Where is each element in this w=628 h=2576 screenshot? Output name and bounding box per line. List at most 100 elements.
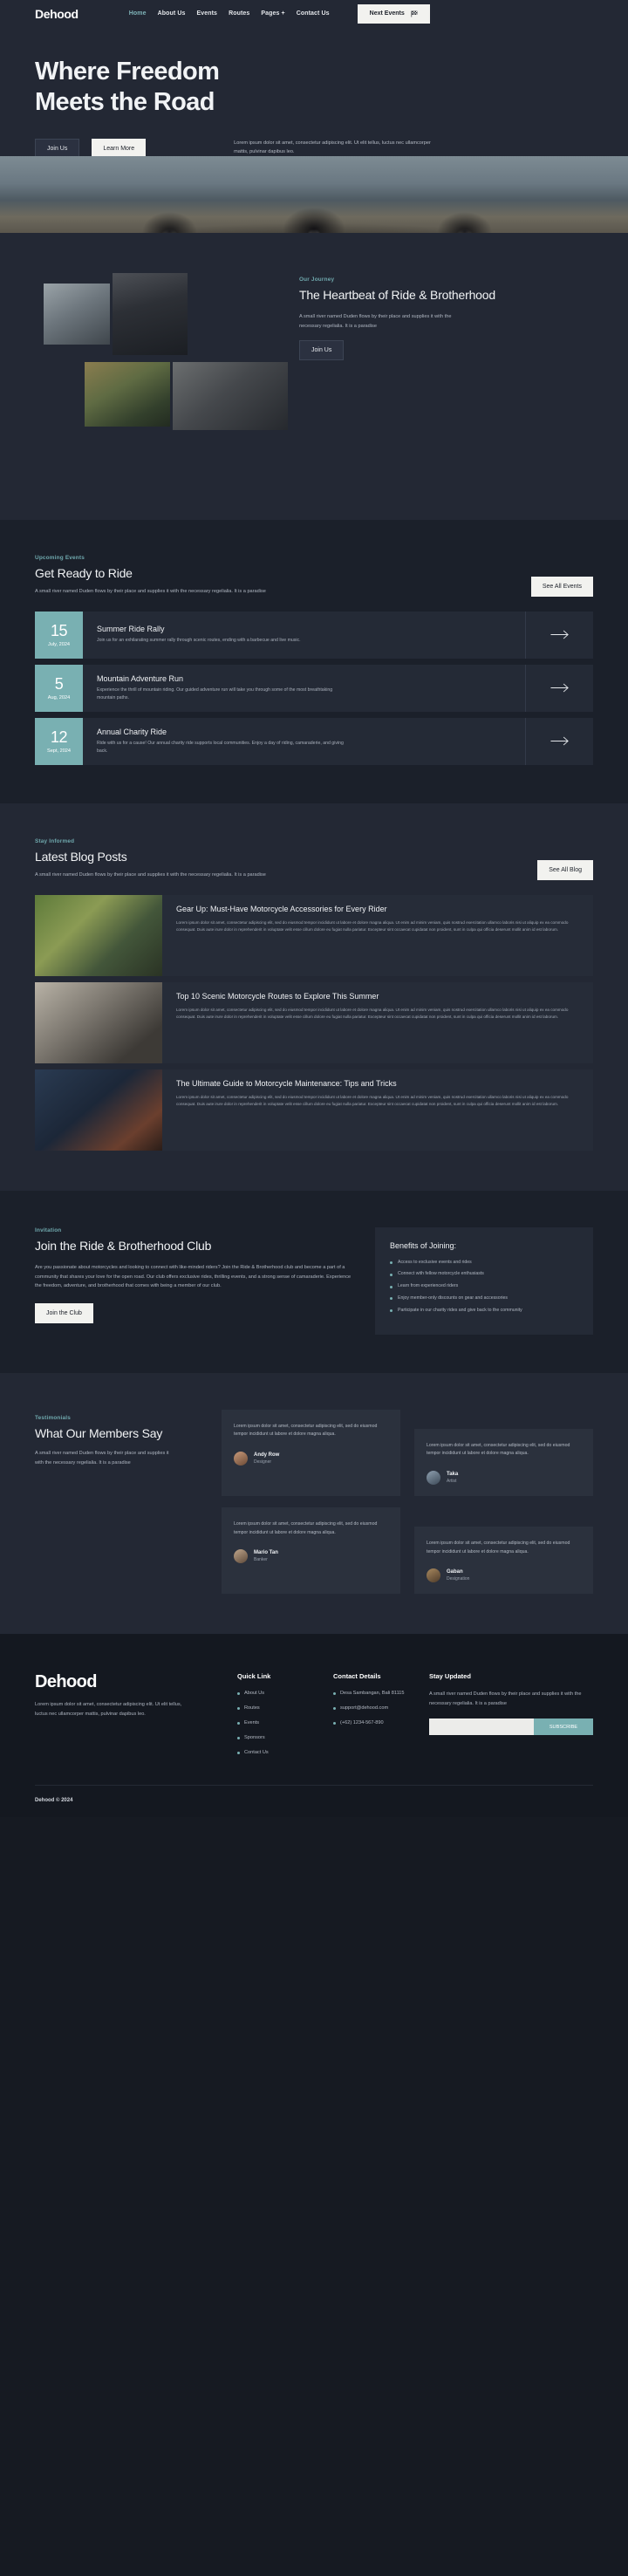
footer-about-text: Lorem ipsum dolor sit amet, consectetur … <box>35 1702 182 1718</box>
journey-join-us-button[interactable]: Join Us <box>299 340 345 361</box>
journey-photo-1 <box>44 284 110 345</box>
blog-eyebrow: Stay Informed <box>35 837 75 844</box>
blog-post-row[interactable]: Gear Up: Must-Have Motorcycle Accessorie… <box>35 894 593 976</box>
testimonial-card: Lorem ipsum dolor sit amet, consectetur … <box>222 1507 400 1595</box>
testimonial-role: Banker <box>254 1557 268 1563</box>
event-arrow-button[interactable] <box>525 717 593 765</box>
blog-header: Stay Informed Latest Blog Posts A small … <box>35 838 593 880</box>
testimonials-description: A small river named Duden flows by their… <box>35 1451 169 1466</box>
avatar <box>427 1471 440 1486</box>
nav-item-pages[interactable]: Pages + <box>261 10 284 17</box>
footer-contact-email[interactable]: support@dehood.com <box>333 1705 429 1712</box>
event-month: July, 2024 <box>47 641 71 647</box>
copyright-text: Dehood © 2024 <box>35 1798 73 1804</box>
newsletter-email-input[interactable] <box>429 1718 534 1736</box>
journey-text-block: Our Journey The Heartbeat of Ride & Brot… <box>299 277 509 361</box>
hero-title-line-2: Meets the Road <box>35 88 215 117</box>
blog-section: Stay Informed Latest Blog Posts A small … <box>0 803 628 1191</box>
testimonial-name: Taka <box>447 1472 459 1478</box>
footer-link-sponsors[interactable]: Sponsors <box>237 1734 333 1742</box>
join-the-club-button[interactable]: Join the Club <box>35 1302 93 1323</box>
hero-section: Where Freedom Meets the Road Join Us Lea… <box>0 27 628 261</box>
nav-item-home[interactable]: Home <box>129 10 147 17</box>
blog-description: A small river named Duden flows by their… <box>35 872 266 878</box>
blog-post-row[interactable]: The Ultimate Guide to Motorcycle Mainten… <box>35 1069 593 1151</box>
join-club-section: Invitation Join the Ride & Brotherhood C… <box>0 1190 628 1373</box>
next-events-button[interactable]: Next Events <box>357 3 430 24</box>
event-month: Aug, 2024 <box>47 694 71 700</box>
journey-section: Our Journey The Heartbeat of Ride & Brot… <box>0 233 628 520</box>
event-month: Sept, 2024 <box>46 748 72 754</box>
testimonial-quote: Lorem ipsum dolor sit amet, consectetur … <box>427 1541 570 1554</box>
avatar <box>234 1549 248 1564</box>
benefit-item: Connect with fellow motorcycle enthusias… <box>390 1270 578 1278</box>
site-footer: Dehood Lorem ipsum dolor sit amet, conse… <box>0 1634 628 1818</box>
testimonial-quote: Lorem ipsum dolor sit amet, consectetur … <box>427 1442 570 1457</box>
hero-title: Where Freedom Meets the Road <box>35 57 593 119</box>
journey-description: A small river named Duden flows by their… <box>299 314 452 329</box>
footer-link-contact-us[interactable]: Contact Us <box>237 1749 333 1757</box>
nav-label: Pages <box>261 10 280 17</box>
nav-label: About Us <box>157 10 186 17</box>
testimonial-name: Gaban <box>447 1569 463 1575</box>
event-day: 15 <box>50 621 68 639</box>
footer-link-about-us[interactable]: About Us <box>237 1690 333 1698</box>
events-header: Upcoming Events Get Ready to Ride A smal… <box>35 555 593 597</box>
site-logo[interactable]: Dehood <box>35 7 78 21</box>
event-row[interactable]: 15 July, 2024 Summer Ride Rally Join us … <box>35 611 593 659</box>
join-club-eyebrow: Invitation <box>35 1227 62 1233</box>
nav-item-events[interactable]: Events <box>197 10 218 17</box>
footer-contact-address: Desa Sambangan, Bali 81115 <box>333 1690 429 1698</box>
nav-item-routes[interactable]: Routes <box>229 10 249 17</box>
arrow-right-icon <box>550 683 569 693</box>
event-description: Join us for an exhilarating summer rally… <box>97 638 301 644</box>
checkered-flag-icon <box>411 10 418 17</box>
events-list: 15 July, 2024 Summer Ride Rally Join us … <box>35 611 593 765</box>
footer-link-events[interactable]: Events <box>237 1719 333 1727</box>
journey-photo-3 <box>85 362 170 427</box>
hero-description: Lorem ipsum dolor sit amet, consectetur … <box>234 140 431 155</box>
testimonials-section: Testimonials What Our Members Say A smal… <box>0 1372 628 1635</box>
nav-label: Routes <box>229 10 250 17</box>
blog-post-title: Top 10 Scenic Motorcycle Routes to Explo… <box>176 991 379 1001</box>
plus-icon: + <box>281 10 285 17</box>
event-day: 5 <box>54 674 64 693</box>
blog-thumbnail <box>35 894 162 976</box>
subscribe-button[interactable]: SUBSCRIBE <box>534 1718 593 1736</box>
footer-quick-links-list: About Us Routes Events Sponsors Contact … <box>237 1690 333 1757</box>
footer-link-routes[interactable]: Routes <box>237 1705 333 1712</box>
journey-photo-2 <box>113 273 188 355</box>
arrow-right-icon <box>550 630 569 639</box>
footer-stay-updated-title: Stay Updated <box>429 1672 471 1681</box>
footer-contact-title: Contact Details <box>333 1672 381 1681</box>
footer-logo[interactable]: Dehood <box>35 1672 237 1692</box>
nav-item-contact-us[interactable]: Contact Us <box>297 10 330 17</box>
nav-label: Contact Us <box>296 10 330 17</box>
nav-label: Events <box>196 10 218 17</box>
events-description: A small river named Duden flows by their… <box>35 589 266 595</box>
nav-item-about-us[interactable]: About Us <box>158 10 186 17</box>
event-row[interactable]: 12 Sept, 2024 Annual Charity Ride Ride w… <box>35 717 593 765</box>
event-arrow-button[interactable] <box>525 611 593 659</box>
testimonial-quote: Lorem ipsum dolor sit amet, consectetur … <box>234 1521 378 1535</box>
avatar <box>427 1568 440 1583</box>
testimonial-name: Mario Tan <box>254 1550 278 1556</box>
blog-thumbnail <box>35 1069 162 1151</box>
event-description: Ride with us for a cause! Our annual cha… <box>97 740 344 754</box>
blog-post-row[interactable]: Top 10 Scenic Motorcycle Routes to Explo… <box>35 981 593 1063</box>
event-day: 12 <box>50 728 68 746</box>
see-all-events-button[interactable]: See All Events <box>530 576 593 597</box>
blog-post-title: Gear Up: Must-Have Motorcycle Accessorie… <box>176 904 387 913</box>
testimonial-card: Lorem ipsum dolor sit amet, consectetur … <box>414 1527 593 1595</box>
event-title: Annual Charity Ride <box>97 727 167 736</box>
footer-quick-links-column: Quick Link About Us Routes Events Sponso… <box>237 1672 333 1764</box>
testimonials-title: What Our Members Say <box>35 1425 163 1440</box>
event-arrow-button[interactable] <box>525 664 593 712</box>
see-all-blog-button[interactable]: See All Blog <box>537 859 593 880</box>
event-row[interactable]: 5 Aug, 2024 Mountain Adventure Run Exper… <box>35 664 593 712</box>
nav-label: Home <box>128 10 147 17</box>
benefits-panel: Benefits of Joining: Access to exclusive… <box>375 1227 593 1335</box>
footer-contact-phone[interactable]: (+62) 1234-567-890 <box>333 1719 429 1727</box>
testimonial-role: Designer <box>254 1459 272 1466</box>
benefit-item: Learn from experienced riders <box>390 1282 578 1290</box>
